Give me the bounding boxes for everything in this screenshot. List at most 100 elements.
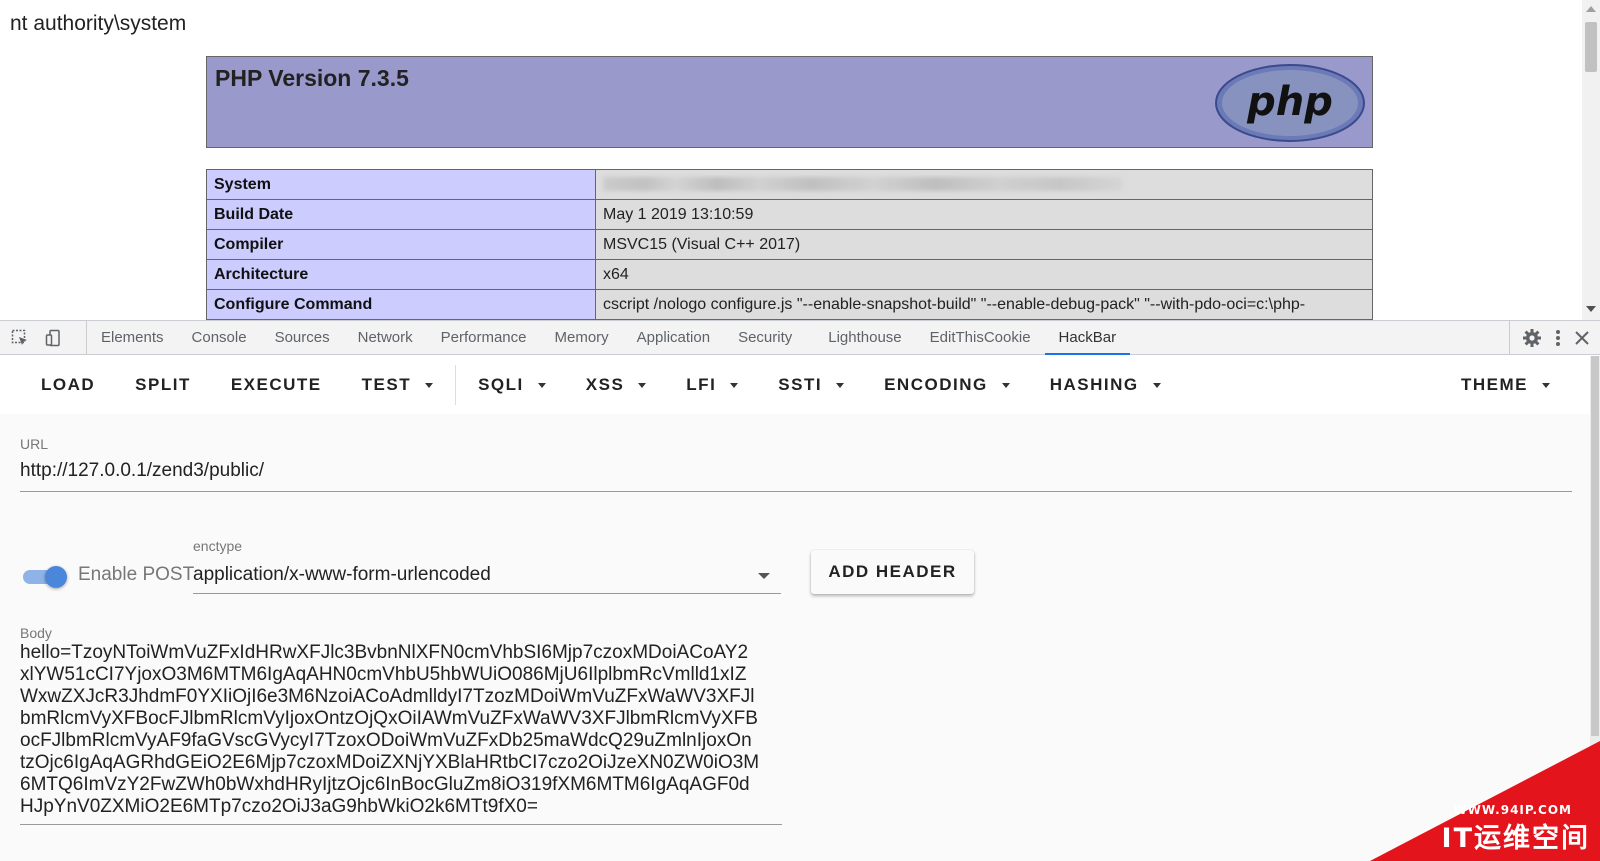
- devtools-controls: [1509, 321, 1590, 355]
- scrollbar-thumb[interactable]: [1591, 356, 1599, 736]
- body-line: 6MTQ6ImVzY2FwZWh0bWxhdHRyIjtzOjc6InBocGl…: [20, 774, 750, 795]
- table-row: System: [206, 169, 1373, 200]
- info-key: Architecture: [206, 259, 596, 290]
- scrollbar-thumb[interactable]: [1585, 22, 1597, 72]
- caret-down-icon: [1542, 382, 1550, 388]
- hashing-menu-button[interactable]: HASHING: [1030, 356, 1181, 414]
- table-row: Build Date May 1 2019 13:10:59: [206, 199, 1373, 230]
- enctype-label: enctype: [193, 538, 243, 554]
- page-viewport: nt authority\system PHP Version 7.3.5 ph…: [0, 0, 1600, 320]
- inspect-element-icon[interactable]: [11, 329, 29, 347]
- body-line: HJpYnV0ZXMiO2E6MTp7czo2OiJ3aG9hbWkiO2k6M…: [20, 796, 538, 817]
- info-value-redacted: [595, 169, 1373, 200]
- device-toolbar-icon[interactable]: [45, 329, 63, 347]
- info-key: Build Date: [206, 199, 596, 230]
- tab-editthiscookie[interactable]: EditThisCookie: [916, 321, 1045, 355]
- table-row: Architecture x64: [206, 259, 1373, 290]
- tab-memory[interactable]: Memory: [541, 321, 623, 355]
- ssti-menu-label: SSTI: [778, 375, 823, 394]
- encoding-menu-button[interactable]: ENCODING: [864, 356, 1030, 414]
- scroll-up-arrow-icon[interactable]: [1586, 6, 1596, 12]
- watermark: WWW.94IP.COM IT运维空间: [1370, 741, 1600, 861]
- test-menu-label: TEST: [361, 375, 412, 394]
- execute-button-label: EXECUTE: [230, 375, 322, 394]
- close-devtools-icon[interactable]: [1574, 330, 1590, 346]
- settings-gear-icon[interactable]: [1522, 328, 1542, 348]
- tab-performance[interactable]: Performance: [427, 321, 541, 355]
- info-key: Compiler: [206, 229, 596, 260]
- info-value: cscript /nologo configure.js "--enable-s…: [595, 289, 1373, 320]
- body-underline: [20, 824, 782, 825]
- xss-menu-button[interactable]: XSS: [566, 356, 667, 414]
- tab-lighthouse[interactable]: Lighthouse: [814, 321, 915, 355]
- info-key: System: [206, 169, 596, 200]
- tab-application[interactable]: Application: [623, 321, 724, 355]
- test-menu-button[interactable]: TEST: [342, 356, 453, 414]
- toggle-knob: [45, 566, 67, 588]
- php-info-header: PHP Version 7.3.5 php: [206, 56, 1373, 148]
- tab-sources[interactable]: Sources: [261, 321, 344, 355]
- php-logo-text: php: [1246, 79, 1333, 125]
- page-scrollbar[interactable]: [1582, 0, 1600, 320]
- tab-hackbar[interactable]: HackBar: [1044, 321, 1131, 355]
- theme-menu-label: THEME: [1461, 375, 1528, 394]
- php-logo: php: [1215, 64, 1365, 142]
- info-value: x64: [595, 259, 1373, 290]
- tab-security[interactable]: Security: [724, 321, 814, 355]
- caret-down-icon: [425, 382, 434, 388]
- caret-down-icon: [1001, 382, 1010, 388]
- caret-down-icon: [537, 382, 546, 388]
- caret-down-icon: [638, 382, 647, 388]
- add-header-button[interactable]: ADD HEADER: [811, 550, 974, 594]
- url-input[interactable]: http://127.0.0.1/zend3/public/: [20, 460, 264, 482]
- info-value: May 1 2019 13:10:59: [595, 199, 1373, 230]
- watermark-name: IT运维空间: [1441, 823, 1590, 854]
- xss-menu-label: XSS: [585, 375, 625, 394]
- ssti-menu-button[interactable]: SSTI: [758, 356, 864, 414]
- enable-post-toggle[interactable]: [21, 562, 67, 592]
- body-line: ocFJlbmRlcmVyAF9faGVscGVycyI7TzoxODoiWmV…: [20, 730, 752, 751]
- enable-post-label: Enable POST: [78, 564, 195, 585]
- scroll-down-arrow-icon[interactable]: [1586, 306, 1596, 312]
- lfi-menu-button[interactable]: LFI: [666, 356, 758, 414]
- devtools-tab-bar: Elements Console Sources Network Perform…: [0, 320, 1600, 355]
- body-line: tzOjc6IgAqAGRhdGEiO2E6Mjp7czoxMDoiZXNjYX…: [20, 752, 760, 773]
- body-line: WxwZXJcR3JhdmF0YXIiOjI6e3M6NzoiACoAdmlld…: [20, 686, 755, 707]
- php-version-title: PHP Version 7.3.5: [215, 65, 409, 91]
- sqli-menu-label: SQLI: [478, 375, 524, 394]
- caret-down-icon: [1152, 382, 1161, 388]
- redacted-blur: [603, 177, 1123, 192]
- hackbar-toolbar: LOAD SPLIT EXECUTE TEST SQLI XSS LFI SST…: [0, 356, 1590, 414]
- body-line: bmRlcmVyXFBocFJlbmRlcmVyIjoxOntzOjQxOiIA…: [20, 708, 758, 729]
- url-label: URL: [20, 436, 49, 452]
- hashing-menu-label: HASHING: [1049, 375, 1139, 394]
- toolbar-divider: [455, 365, 457, 405]
- enctype-underline: [193, 593, 781, 594]
- hackbar-panel: URL http://127.0.0.1/zend3/public/ Enabl…: [0, 414, 1590, 861]
- info-key: Configure Command: [206, 289, 596, 320]
- load-button[interactable]: LOAD: [21, 356, 115, 414]
- enctype-select[interactable]: application/x-www-form-urlencoded: [193, 564, 491, 586]
- tab-network[interactable]: Network: [344, 321, 427, 355]
- load-button-label: LOAD: [41, 375, 96, 394]
- encoding-menu-label: ENCODING: [884, 375, 988, 394]
- theme-menu-button[interactable]: THEME: [1441, 356, 1570, 414]
- lfi-menu-label: LFI: [686, 375, 717, 394]
- split-button-label: SPLIT: [135, 375, 191, 394]
- execute-button[interactable]: EXECUTE: [211, 356, 342, 414]
- split-button[interactable]: SPLIT: [115, 356, 211, 414]
- caret-down-icon: [730, 382, 739, 388]
- watermark-url: WWW.94IP.COM: [1453, 803, 1572, 817]
- body-line: xlYW51cCI7YjoxO3M6MTM6IgAqAHN0cmVhbU5hbW…: [20, 664, 747, 685]
- tab-elements[interactable]: Elements: [87, 321, 178, 355]
- body-textarea[interactable]: hello=TzoyNToiWmVuZFxIdHRwXFJlc3BvbnNlXF…: [20, 642, 782, 818]
- table-row: Compiler MSVC15 (Visual C++ 2017): [206, 229, 1373, 260]
- info-value: MSVC15 (Visual C++ 2017): [595, 229, 1373, 260]
- tab-console[interactable]: Console: [178, 321, 261, 355]
- dropdown-arrow-icon[interactable]: [758, 573, 770, 579]
- table-row: Configure Command cscript /nologo config…: [206, 289, 1373, 320]
- more-options-icon[interactable]: [1554, 328, 1562, 348]
- command-output: nt authority\system: [10, 12, 187, 35]
- url-input-underline: [20, 491, 1572, 492]
- sqli-menu-button[interactable]: SQLI: [458, 356, 566, 414]
